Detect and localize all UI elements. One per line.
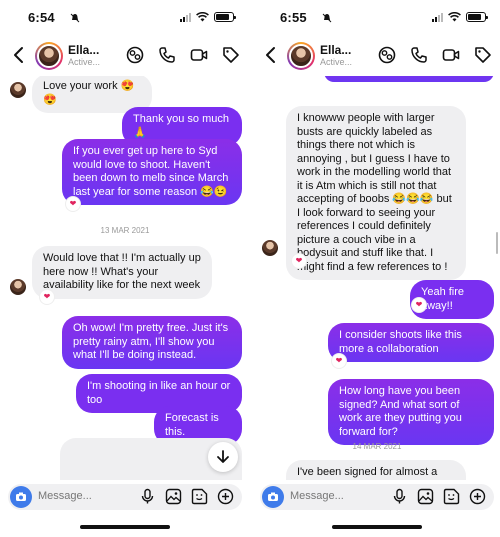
scrollbar[interactable] [496, 232, 498, 254]
arrow-down-icon [217, 450, 229, 463]
message-composer[interactable]: Message... [8, 484, 242, 510]
message-incoming[interactable]: I've been signed for almost a year , I [286, 460, 466, 480]
date-separator: 13 MAR 2021 [100, 226, 150, 235]
status-bar: 6:54 [2, 10, 248, 28]
avatar[interactable] [35, 42, 63, 70]
message-list[interactable]: I knowww people with larger busts are qu… [254, 76, 500, 480]
sticker-icon[interactable] [191, 488, 208, 505]
date-separator: 14 MAR 2021 [352, 442, 402, 451]
message-composer[interactable]: Message... [260, 484, 494, 510]
status-time: 6:54 [28, 10, 55, 25]
heart-icon: ❤ [332, 354, 346, 368]
phone-icon[interactable] [158, 46, 176, 64]
image-icon[interactable] [417, 488, 434, 505]
heart-icon: ❤ [292, 254, 306, 268]
plus-circle-icon[interactable] [469, 488, 486, 505]
image-icon[interactable] [165, 488, 182, 505]
heart-icon: ❤ [66, 197, 80, 211]
message-outgoing[interactable]: If you ever get up here to Syd would lov… [62, 139, 242, 205]
video-icon[interactable] [190, 46, 208, 64]
composer-actions [139, 488, 234, 505]
message-outgoing[interactable]: I consider shoots like this more a colla… [328, 323, 494, 362]
contact-mini-avatar [10, 279, 26, 295]
avatar[interactable] [287, 42, 315, 70]
camera-icon [16, 492, 26, 501]
heart-icon: ❤ [412, 298, 426, 312]
status-bar: 6:55 [254, 10, 500, 28]
mic-icon[interactable] [391, 488, 408, 505]
message-incoming[interactable]: Would love that !! I'm actually up here … [32, 246, 212, 299]
message-incoming[interactable]: I knowww people with larger busts are qu… [286, 106, 466, 280]
status-time: 6:55 [280, 10, 307, 25]
message-list[interactable]: Love your work 😍😍 Thank you so much 🙏 If… [2, 76, 248, 480]
chat-header: Ella... Active... [2, 40, 248, 72]
scroll-down-button[interactable] [208, 442, 238, 472]
contact-mini-avatar [10, 82, 26, 98]
camera-button[interactable] [262, 486, 284, 508]
phone-icon[interactable] [410, 46, 428, 64]
heart-icon: ❤ [40, 290, 54, 304]
contact-mini-avatar [262, 240, 278, 256]
contact-name[interactable]: Ella... [68, 43, 99, 57]
home-indicator [80, 525, 170, 529]
wifi-icon [196, 12, 209, 22]
contact-name[interactable]: Ella... [320, 43, 351, 57]
header-actions [378, 46, 492, 64]
sticker-icon[interactable] [443, 488, 460, 505]
camera-icon [268, 492, 278, 501]
video-icon[interactable] [442, 46, 460, 64]
tag-icon[interactable] [222, 46, 240, 64]
effects-icon[interactable] [126, 46, 144, 64]
message-outgoing[interactable]: How long have you been signed? And what … [328, 379, 494, 445]
contact-status: Active... [68, 57, 101, 67]
wifi-icon [448, 12, 461, 22]
battery-icon [466, 12, 488, 22]
battery-icon [214, 12, 236, 22]
chat-header: Ella... Active... [254, 40, 500, 72]
tag-icon[interactable] [474, 46, 492, 64]
system-icons [180, 12, 236, 22]
system-icons [432, 12, 488, 22]
chevron-left-icon[interactable] [264, 46, 278, 64]
bell-muted-icon [70, 13, 80, 23]
message-input[interactable]: Message... [290, 490, 344, 502]
bell-muted-icon [322, 13, 332, 23]
mic-icon[interactable] [139, 488, 156, 505]
message-outgoing[interactable]: Oh wow! I'm pretty free. Just it's prett… [62, 316, 242, 369]
message-input[interactable]: Message... [38, 490, 92, 502]
chevron-left-icon[interactable] [12, 46, 26, 64]
signal-icon [180, 12, 191, 22]
header-actions [126, 46, 240, 64]
message-outgoing-partial[interactable] [324, 76, 494, 82]
composer-actions [391, 488, 486, 505]
effects-icon[interactable] [378, 46, 396, 64]
home-indicator [332, 525, 422, 529]
contact-status: Active... [320, 57, 353, 67]
chat-screen-left: 6:54 Ella... Active... Love your work 😍� [2, 0, 248, 537]
screens: 6:54 Ella... Active... Love your work 😍� [0, 0, 500, 537]
camera-button[interactable] [10, 486, 32, 508]
chat-screen-right: 6:55 Ella... Active... I knowww people w [254, 0, 500, 537]
signal-icon [432, 12, 443, 22]
plus-circle-icon[interactable] [217, 488, 234, 505]
